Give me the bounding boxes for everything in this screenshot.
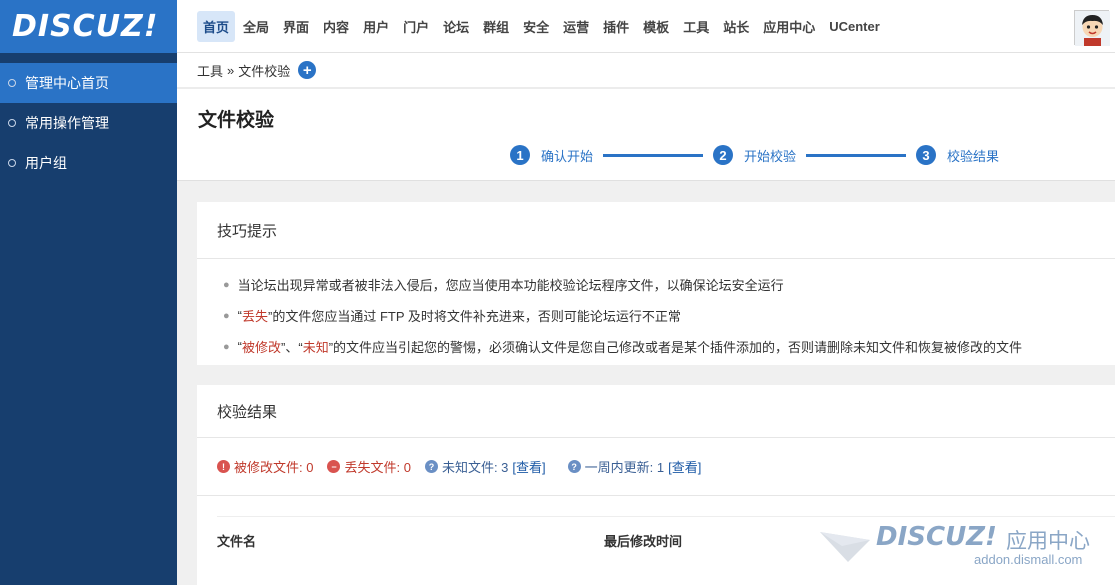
bullet-icon: ● (223, 278, 230, 291)
view-unknown-link[interactable]: [查看] (512, 457, 545, 476)
nav-plugin[interactable]: 插件 (597, 11, 635, 42)
logo[interactable]: DISCUZ! (0, 0, 177, 53)
breadcrumb-current: 文件校验 (238, 63, 291, 79)
watermark: DISCUZ! 应用中心 addon.dismall.com (818, 522, 1108, 570)
tip-item: ● “被修改 ”、“ 未知 ”的文件应当引起您的警惕，必须确认文件是您自己修改或者是某… (223, 339, 1023, 355)
sidebar-item-common-ops[interactable]: 常用操作管理 (0, 103, 177, 143)
bullet-icon: ● (223, 340, 230, 353)
page-title: 文件校验 (198, 110, 275, 131)
progress-steps: 1 确认开始 2 开始校验 3 校验结果 (510, 145, 999, 165)
sidebar: DISCUZ! 管理中心首页 常用操作管理 用户组 (0, 0, 177, 585)
nav-ucenter[interactable]: UCenter (823, 13, 886, 40)
add-icon[interactable]: + (298, 61, 317, 79)
top-nav: 首页 全局 界面 内容 用户 门户 论坛 群组 安全 运营 插件 模板 工具 站… (177, 0, 1115, 53)
user-avatar-icon (1075, 11, 1110, 46)
tip-item: ● “丢失 ”的文件您应当通过 FTP 及时将文件补充进来，否则可能论坛运行不正常 (223, 308, 681, 324)
question-icon: ? (424, 460, 438, 473)
circle-icon (8, 119, 16, 127)
nav-user[interactable]: 用户 (357, 11, 395, 42)
bullet-icon: ● (223, 309, 230, 322)
circle-icon (8, 159, 16, 167)
nav-security[interactable]: 安全 (517, 11, 555, 42)
step-connector (806, 153, 907, 157)
breadcrumb-parent[interactable]: 工具 (197, 61, 223, 80)
sidebar-item-home[interactable]: 管理中心首页 (0, 63, 177, 103)
nav-operation[interactable]: 运营 (557, 11, 595, 42)
stat-lost: − 丢失文件: 0 (327, 457, 411, 476)
tips-title: 技巧提示 (197, 202, 1115, 259)
stat-modified: ! 被修改文件: 0 (217, 457, 313, 476)
nav-global[interactable]: 全局 (237, 11, 275, 42)
step-label: 开始校验 (744, 148, 797, 164)
step-number: 2 (713, 145, 734, 165)
question-icon: ? (567, 460, 581, 473)
step-number: 1 (510, 145, 530, 165)
nav-home[interactable]: 首页 (197, 10, 236, 42)
avatar[interactable] (1074, 10, 1110, 46)
nav-template[interactable]: 模板 (637, 11, 675, 42)
breadcrumb: 工具 » 文件校验 + (177, 53, 1115, 89)
sidebar-item-usergroup[interactable]: 用户组 (0, 143, 177, 183)
step-label: 校验结果 (947, 148, 1000, 164)
nav-group[interactable]: 群组 (477, 11, 515, 42)
watermark-suffix: 应用中心 (1006, 530, 1090, 553)
step-number: 3 (916, 145, 937, 165)
nav-portal[interactable]: 门户 (397, 11, 435, 42)
watermark-brand: DISCUZ! (876, 522, 997, 552)
breadcrumb-separator: » (227, 62, 235, 78)
sidebar-menu: 管理中心首页 常用操作管理 用户组 (0, 63, 177, 183)
stat-unknown: ? 未知文件: 3 [查看] (424, 457, 546, 476)
results-title: 校验结果 (197, 385, 1115, 438)
step-connector (603, 153, 704, 157)
view-week-link[interactable]: [查看] (668, 457, 701, 476)
nav-forum[interactable]: 论坛 (437, 11, 475, 42)
results-stats: ! 被修改文件: 0 − 丢失文件: 0 ? 未知文件: 3 [查看] ? 一周内更新: … (197, 438, 1115, 496)
watermark-url: addon.dismall.com (974, 552, 1083, 567)
stat-week: ? 一周内更新: 1 [查看] (567, 457, 701, 476)
warning-icon: ! (217, 460, 230, 473)
tips-panel: 技巧提示 ● 当论坛出现异常或者被非法入侵后，您应当使用本功能校验论坛程序文件，… (197, 202, 1115, 365)
tip-item: ● 当论坛出现异常或者被非法入侵后，您应当使用本功能校验论坛程序文件，以确保论坛… (223, 278, 784, 293)
nav-interface[interactable]: 界面 (277, 11, 315, 42)
nav-tools[interactable]: 工具 (677, 11, 715, 42)
page-header: 文件校验 1 确认开始 2 开始校验 3 校验结果 (177, 89, 1115, 181)
column-modified-time: 最后修改时间 (604, 534, 683, 549)
nav-webmaster[interactable]: 站长 (717, 11, 755, 42)
minus-circle-icon: − (327, 460, 341, 473)
column-filename: 文件名 (217, 534, 257, 549)
nav-content[interactable]: 内容 (317, 11, 355, 42)
circle-icon (8, 79, 16, 87)
step-label: 确认开始 (541, 148, 594, 164)
nav-appcenter[interactable]: 应用中心 (757, 11, 821, 42)
